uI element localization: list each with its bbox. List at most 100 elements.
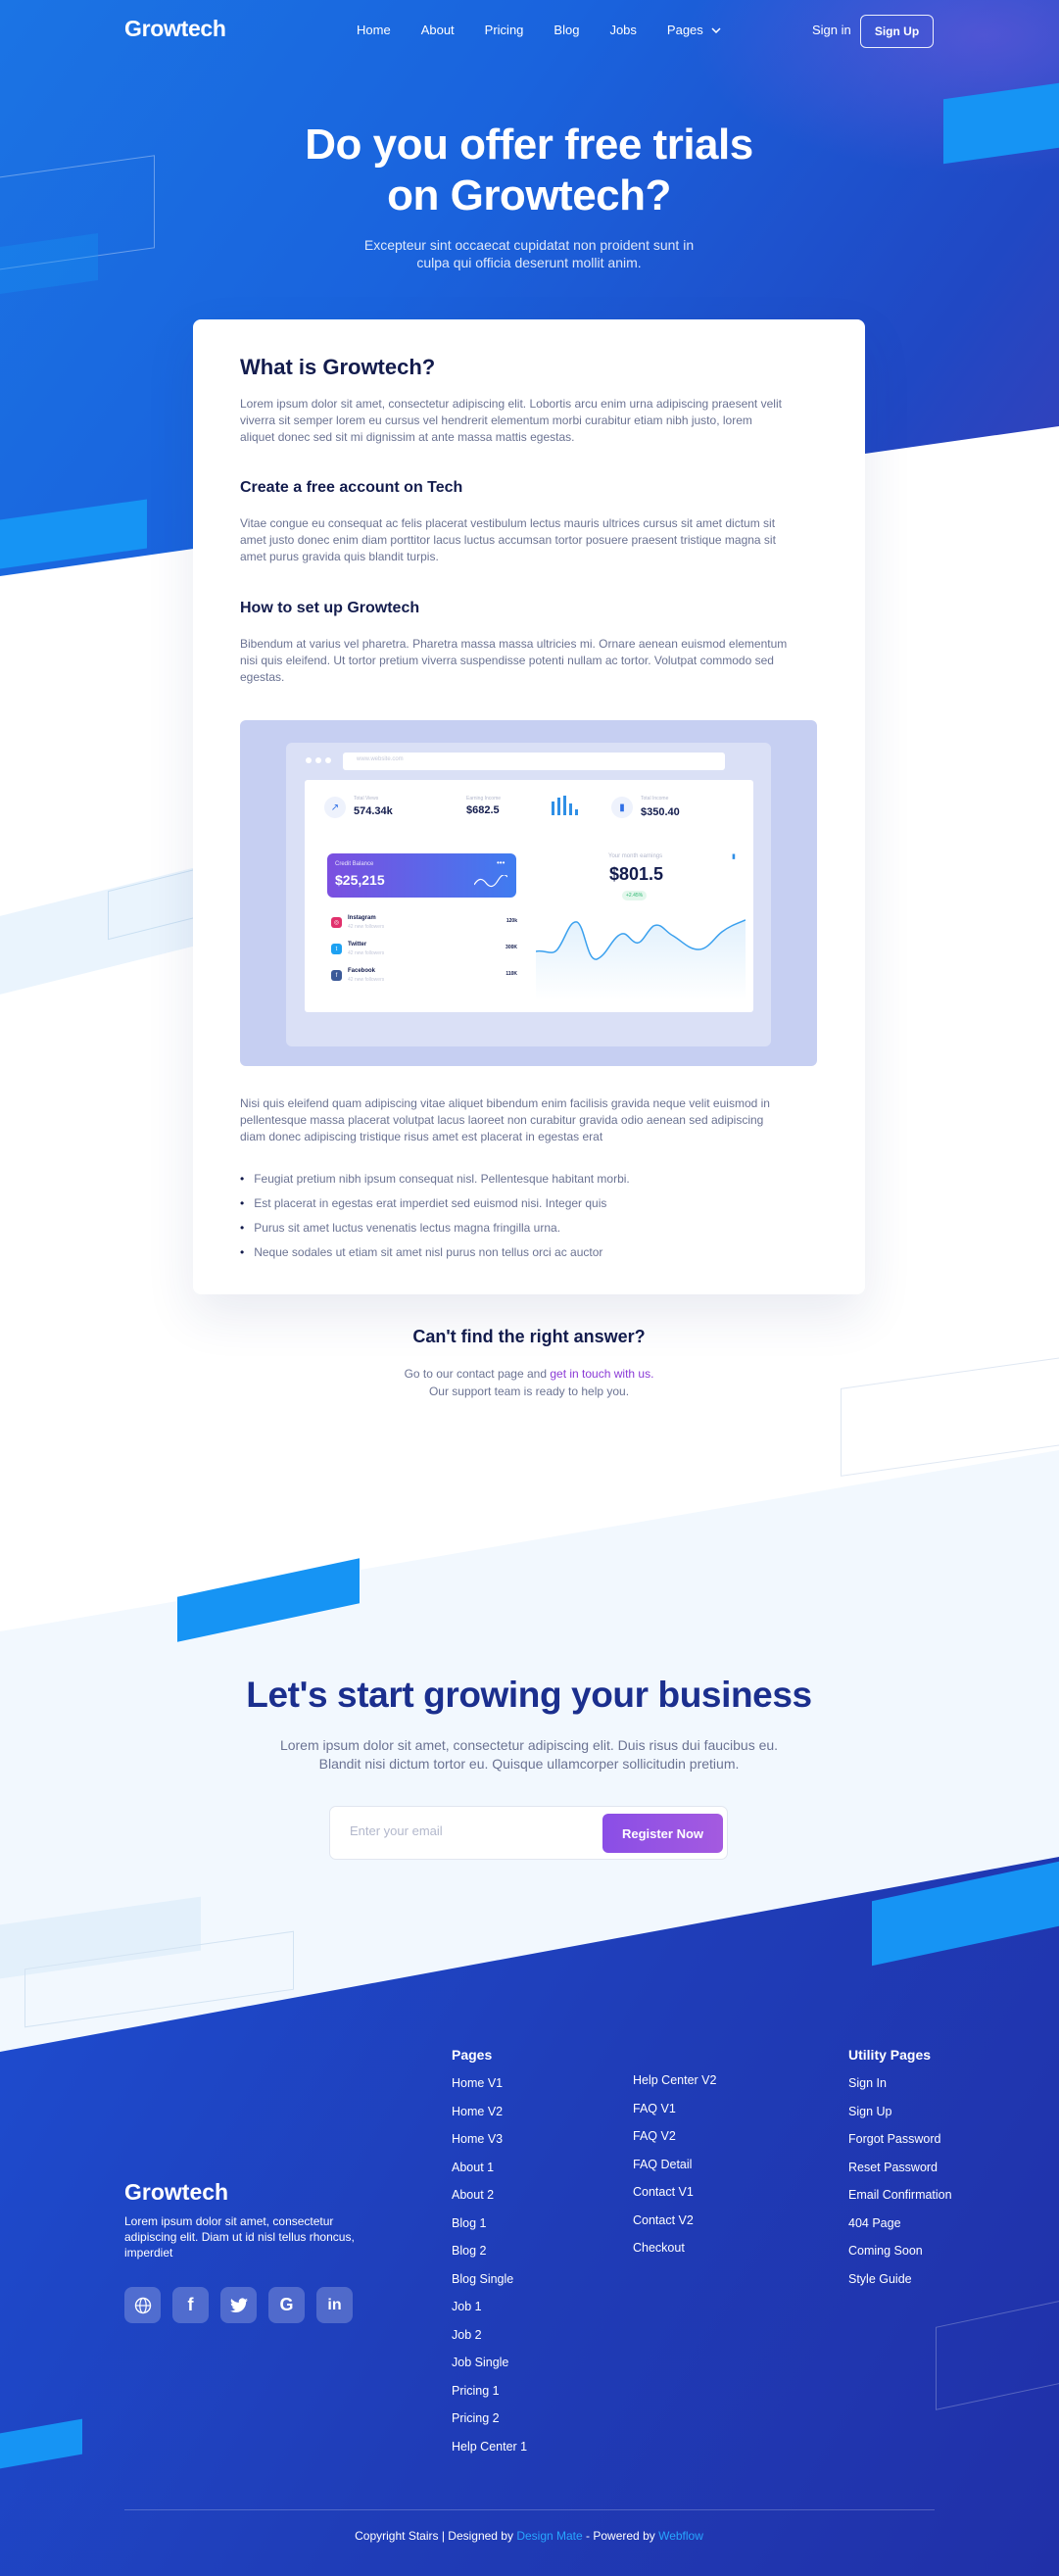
footer-link[interactable]: Help Center V2 (633, 2073, 716, 2102)
footer-link[interactable]: Help Center 1 (452, 2440, 527, 2468)
bullet-item: Neque sodales ut etiam sit amet nisl pur… (240, 1239, 630, 1264)
bullet-item: Purus sit amet luctus venenatis lectus m… (240, 1215, 630, 1239)
contact-link[interactable]: get in touch with us. (550, 1367, 653, 1381)
nav-jobs[interactable]: Jobs (609, 23, 636, 37)
footer-link[interactable]: Pricing 2 (452, 2411, 527, 2440)
hero-subtitle: Excepteur sint occaecat cupidatat non pr… (333, 236, 725, 271)
dashboard-illustration: www.website.com ↗ Total Views 574.34k Ea… (240, 720, 817, 1066)
footer-link[interactable]: Job Single (452, 2356, 527, 2384)
footer-link[interactable]: Coming Soon (848, 2244, 952, 2272)
footer-link[interactable]: FAQ V2 (633, 2129, 716, 2158)
bullet-item: Feugiat pretium nibh ipsum consequat nis… (240, 1166, 630, 1191)
help-text: Go to our contact page and get in touch … (333, 1365, 725, 1400)
email-input[interactable] (350, 1823, 585, 1838)
nav-blog[interactable]: Blog (554, 23, 579, 37)
help-line1: Go to our contact page and get in touch … (333, 1365, 725, 1383)
cta-title: Let's start growing your business (246, 1675, 812, 1715)
credit-balance-card: Credit Balance $25,215 ••• (327, 853, 516, 898)
bullet-item: Est placerat in egestas erat imperdiet s… (240, 1191, 630, 1215)
social-name: Facebook (348, 968, 376, 974)
article-heading-2: Create a free account on Tech (240, 479, 463, 496)
footer-link[interactable]: Reset Password (848, 2161, 952, 2189)
hero-subtitle-line2: culpa qui officia deserunt mollit anim. (416, 255, 642, 270)
footer-link[interactable]: Job 1 (452, 2300, 527, 2328)
social-row-facebook: f Facebook 42 new followers 110K (331, 967, 517, 993)
facebook-icon: f (331, 970, 342, 981)
help-line1-text: Go to our contact page and (404, 1367, 551, 1381)
footer-link[interactable]: FAQ Detail (633, 2158, 716, 2186)
url-text: www.website.com (357, 756, 404, 762)
footer-link[interactable]: 404 Page (848, 2216, 952, 2245)
social-sub: 42 new followers (348, 977, 385, 983)
globe-icon[interactable] (124, 2287, 161, 2323)
article-paragraph-3: Bibendum at varius vel pharetra. Pharetr… (240, 637, 788, 684)
mini-bar-chart-icon (552, 796, 578, 815)
social-value: 110K (505, 971, 517, 977)
footer-link[interactable]: About 1 (452, 2161, 527, 2189)
footer-link[interactable]: Home V3 (452, 2132, 527, 2161)
nav-about[interactable]: About (421, 23, 455, 37)
navbar: Growtech Home About Pricing Blog Jobs Pa… (0, 0, 1059, 63)
google-icon[interactable]: G (268, 2287, 305, 2323)
footer-link[interactable]: Checkout (633, 2241, 716, 2269)
stat-label-income: Total Income (641, 796, 669, 802)
footer-description: Lorem ipsum dolor sit amet, consectetur … (124, 2214, 355, 2260)
footer-link[interactable]: Blog 2 (452, 2244, 527, 2272)
footer-link[interactable]: Blog 1 (452, 2216, 527, 2245)
footer-link[interactable]: Pricing 1 (452, 2384, 527, 2412)
footer-social-icons: f G in (124, 2287, 353, 2323)
social-name: Twitter (348, 942, 367, 948)
platform-link[interactable]: Webflow (658, 2529, 703, 2543)
footer-utility-col: Sign In Sign Up Forgot Password Reset Pa… (848, 2076, 952, 2300)
article-bullet-list: Feugiat pretium nibh ipsum consequat nis… (240, 1166, 630, 1264)
social-name: Instagram (348, 915, 376, 921)
footer-link[interactable]: Email Confirmation (848, 2188, 952, 2216)
footer-link[interactable]: Sign Up (848, 2105, 952, 2133)
newsletter-form: Register Now (329, 1806, 728, 1860)
social-sub: 42 new followers (348, 950, 385, 956)
social-row-instagram: ◎ Instagram 42 new followers 120k (331, 914, 517, 940)
twitter-icon[interactable] (220, 2287, 257, 2323)
twitter-icon: t (331, 944, 342, 954)
footer-pages-col2: Help Center V2 FAQ V1 FAQ V2 FAQ Detail … (633, 2073, 716, 2269)
register-now-button[interactable]: Register Now (602, 1814, 723, 1853)
nav-pricing[interactable]: Pricing (485, 23, 524, 37)
footer-link[interactable]: Home V2 (452, 2105, 527, 2133)
nav-pages-dropdown[interactable]: Pages (667, 23, 721, 37)
url-bar: www.website.com (343, 753, 725, 770)
footer-link[interactable]: Sign In (848, 2076, 952, 2105)
designer-link[interactable]: Design Mate (516, 2529, 582, 2543)
footer-link[interactable]: Style Guide (848, 2272, 952, 2301)
footer-logo[interactable]: Growtech (124, 2179, 228, 2206)
facebook-icon[interactable]: f (172, 2287, 209, 2323)
nav-links: Home About Pricing Blog Jobs Pages (357, 23, 751, 37)
footer-utility-title: Utility Pages (848, 2047, 932, 2063)
logo[interactable]: Growtech (124, 16, 226, 42)
credit-wave-icon (474, 875, 507, 888)
nav-home[interactable]: Home (357, 23, 391, 37)
copyright-mid: - Powered by (582, 2529, 659, 2543)
footer-link[interactable]: FAQ V1 (633, 2102, 716, 2130)
footer-link[interactable]: Contact V2 (633, 2213, 716, 2242)
social-row-twitter: t Twitter 42 new followers 300K (331, 941, 517, 966)
footer-link[interactable]: Blog Single (452, 2272, 527, 2301)
footer-link[interactable]: Contact V1 (633, 2185, 716, 2213)
stat-value-views: 574.34k (354, 805, 393, 817)
earnings-chart-icon: ▮ (732, 853, 736, 860)
footer-link[interactable]: Job 2 (452, 2328, 527, 2357)
browser-mockup: www.website.com ↗ Total Views 574.34k Ea… (286, 743, 771, 1046)
more-icon: ••• (497, 858, 505, 867)
signin-link[interactable]: Sign in (812, 23, 851, 37)
footer-link[interactable]: Home V1 (452, 2076, 527, 2105)
social-value: 120k (505, 918, 517, 924)
signup-button[interactable]: Sign Up (860, 15, 934, 48)
cta-subtitle-line2: Blandit nisi dictum tortor eu. Quisque u… (318, 1756, 740, 1772)
help-line2: Our support team is ready to help you. (428, 1385, 630, 1398)
linkedin-icon[interactable]: in (316, 2287, 353, 2323)
help-title: Can't find the right answer? (412, 1327, 646, 1346)
credit-value: $25,215 (335, 872, 385, 888)
footer-link[interactable]: Forgot Password (848, 2132, 952, 2161)
social-value: 300K (505, 945, 517, 950)
footer-link[interactable]: About 2 (452, 2188, 527, 2216)
earnings-line-chart (536, 919, 746, 1000)
